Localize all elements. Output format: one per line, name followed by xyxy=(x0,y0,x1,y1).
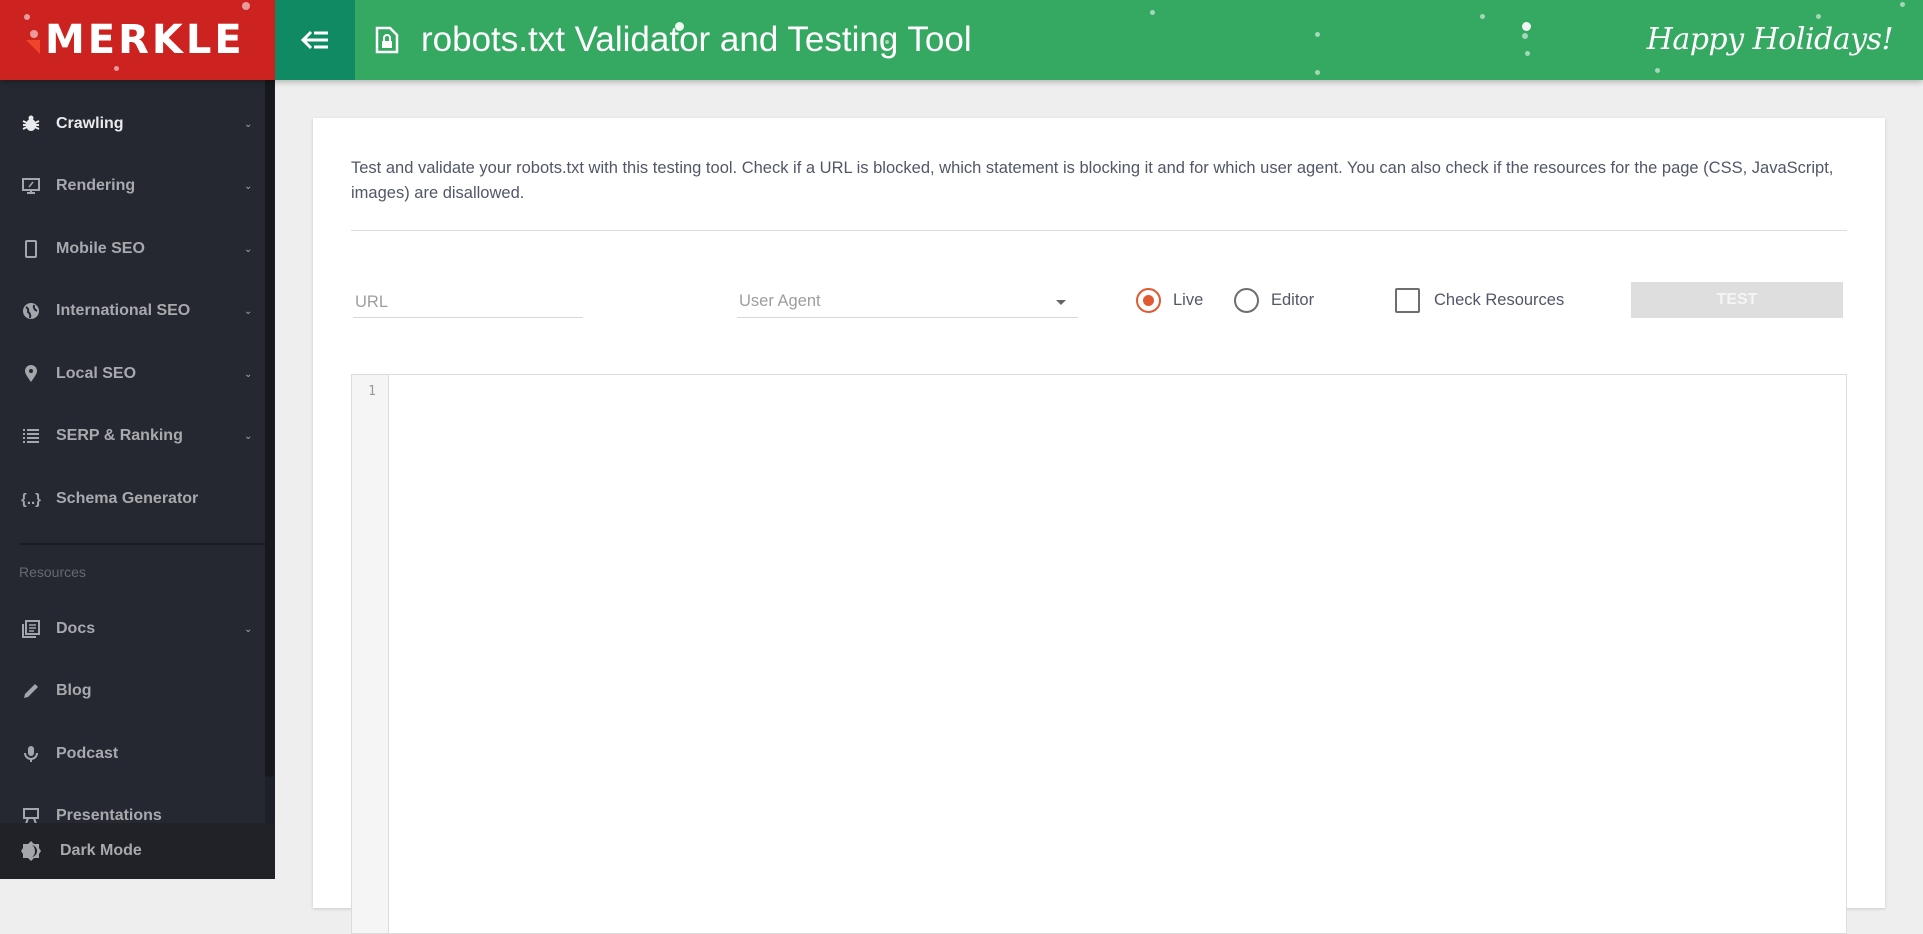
snowflake xyxy=(1816,14,1821,19)
checkbox-label: Check Resources xyxy=(1434,291,1565,309)
user-agent-select[interactable]: User Agent xyxy=(737,288,1078,318)
microphone-icon xyxy=(20,743,42,765)
snowflake xyxy=(114,66,119,71)
sidebar-item-crawling[interactable]: Crawling ⌄ xyxy=(0,99,265,149)
snowflake xyxy=(30,30,38,38)
file-lock-icon xyxy=(375,26,399,54)
sidebar-section-label: Resources xyxy=(19,564,86,580)
chevron-down-icon: ⌄ xyxy=(244,430,253,442)
collapse-menu-icon xyxy=(300,30,328,50)
title-bar: robots.txt Validator and Testing Tool Ha… xyxy=(355,0,1923,80)
logo-text: MERKLE xyxy=(45,17,245,63)
logo-mark-icon xyxy=(26,40,40,54)
sidebar-item-docs[interactable]: Docs ⌄ xyxy=(0,604,265,654)
snowflake xyxy=(1522,33,1528,39)
holiday-greeting: Happy Holidays! xyxy=(1646,22,1894,57)
sidebar-item-label: Mobile SEO xyxy=(56,240,145,257)
sidebar-item-label: International SEO xyxy=(56,302,191,319)
sidebar-item-label: Local SEO xyxy=(56,365,137,382)
sidebar-item-blog[interactable]: Blog xyxy=(0,666,265,716)
caret-down-icon xyxy=(1056,300,1066,305)
logo[interactable]: MERKLE xyxy=(0,0,275,80)
radio-label: Live xyxy=(1173,291,1204,309)
snowflake xyxy=(1315,70,1320,75)
sidebar-item-label: Schema Generator xyxy=(56,490,199,507)
snowflake xyxy=(242,2,250,10)
chevron-down-icon: ⌄ xyxy=(244,180,253,192)
line-number: 1 xyxy=(368,384,376,399)
user-agent-placeholder: User Agent xyxy=(739,292,821,310)
sidebar-item-podcast[interactable]: Podcast xyxy=(0,729,265,779)
checkbox-box[interactable] xyxy=(1395,288,1420,313)
chevron-down-icon: ⌄ xyxy=(244,243,253,255)
sidebar-item-label: Blog xyxy=(56,682,92,699)
pencil-icon xyxy=(20,680,42,702)
top-header: MERKLE robots.txt Validator and Testing … xyxy=(0,0,1923,80)
radio-live[interactable]: Live xyxy=(1136,288,1203,313)
sidebar-item-rendering[interactable]: Rendering ⌄ xyxy=(0,161,265,211)
sidebar-item-label: Crawling xyxy=(56,115,124,132)
snowflake xyxy=(1525,51,1530,56)
snowflake xyxy=(1655,68,1660,73)
radio-circle-checked[interactable] xyxy=(1136,288,1161,313)
card-divider xyxy=(351,230,1847,231)
sidebar-item-schema-generator[interactable]: {..} Schema Generator xyxy=(0,474,265,524)
list-icon xyxy=(20,425,42,447)
braces-icon: {..} xyxy=(20,490,41,508)
dark-mode-icon xyxy=(21,841,41,861)
radio-editor[interactable]: Editor xyxy=(1234,288,1314,313)
tool-card: Test and validate your robots.txt with t… xyxy=(313,118,1885,934)
sidebar-item-serp-ranking[interactable]: SERP & Ranking ⌄ xyxy=(0,411,265,461)
sidebar-divider xyxy=(19,543,275,545)
sidebar-scrollbar-thumb[interactable] xyxy=(265,80,274,777)
editor-gutter: 1 xyxy=(352,375,389,933)
chevron-down-icon: ⌄ xyxy=(244,368,253,380)
radio-label: Editor xyxy=(1271,291,1315,309)
url-input[interactable] xyxy=(353,288,583,316)
globe-icon xyxy=(20,300,42,322)
mobile-icon xyxy=(20,238,42,260)
check-resources-checkbox[interactable]: Check Resources xyxy=(1395,288,1564,313)
page-title: robots.txt Validator and Testing Tool xyxy=(421,20,972,59)
editor-code-area[interactable] xyxy=(390,375,1846,933)
snowflake xyxy=(1522,22,1531,31)
snowflake xyxy=(1480,14,1485,19)
map-pin-icon xyxy=(20,363,42,385)
snowflake xyxy=(1900,2,1905,7)
robots-txt-editor[interactable]: 1 xyxy=(351,374,1847,934)
tool-description: Test and validate your robots.txt with t… xyxy=(351,159,1834,202)
radio-circle[interactable] xyxy=(1234,288,1259,313)
sidebar-item-local-seo[interactable]: Local SEO ⌄ xyxy=(0,349,265,399)
sidebar-item-label: SERP & Ranking xyxy=(56,427,183,444)
sidebar-item-international-seo[interactable]: International SEO ⌄ xyxy=(0,286,265,336)
snowflake xyxy=(24,14,30,20)
sidebar-toggle-button[interactable] xyxy=(275,0,355,80)
dark-mode-toggle[interactable]: Dark Mode xyxy=(0,823,275,879)
sidebar-item-label: Docs xyxy=(56,620,96,637)
chevron-down-icon: ⌄ xyxy=(244,305,253,317)
url-field-wrapper xyxy=(353,288,583,318)
chevron-down-icon: ⌄ xyxy=(244,118,253,130)
sidebar-item-label: Podcast xyxy=(56,745,119,762)
sidebar-item-mobile-seo[interactable]: Mobile SEO ⌄ xyxy=(0,224,265,274)
sidebar: Crawling ⌄ Rendering ⌄ Mobile SEO ⌄ Inte… xyxy=(0,80,275,879)
docs-icon xyxy=(20,618,42,640)
test-button[interactable]: TEST xyxy=(1631,282,1843,318)
dark-mode-label: Dark Mode xyxy=(60,842,142,859)
bug-icon xyxy=(20,113,42,135)
monitor-icon xyxy=(20,175,42,197)
snowflake xyxy=(1150,10,1155,15)
snowflake xyxy=(1315,32,1320,37)
chevron-down-icon: ⌄ xyxy=(244,623,253,635)
sidebar-item-label: Rendering xyxy=(56,177,136,194)
